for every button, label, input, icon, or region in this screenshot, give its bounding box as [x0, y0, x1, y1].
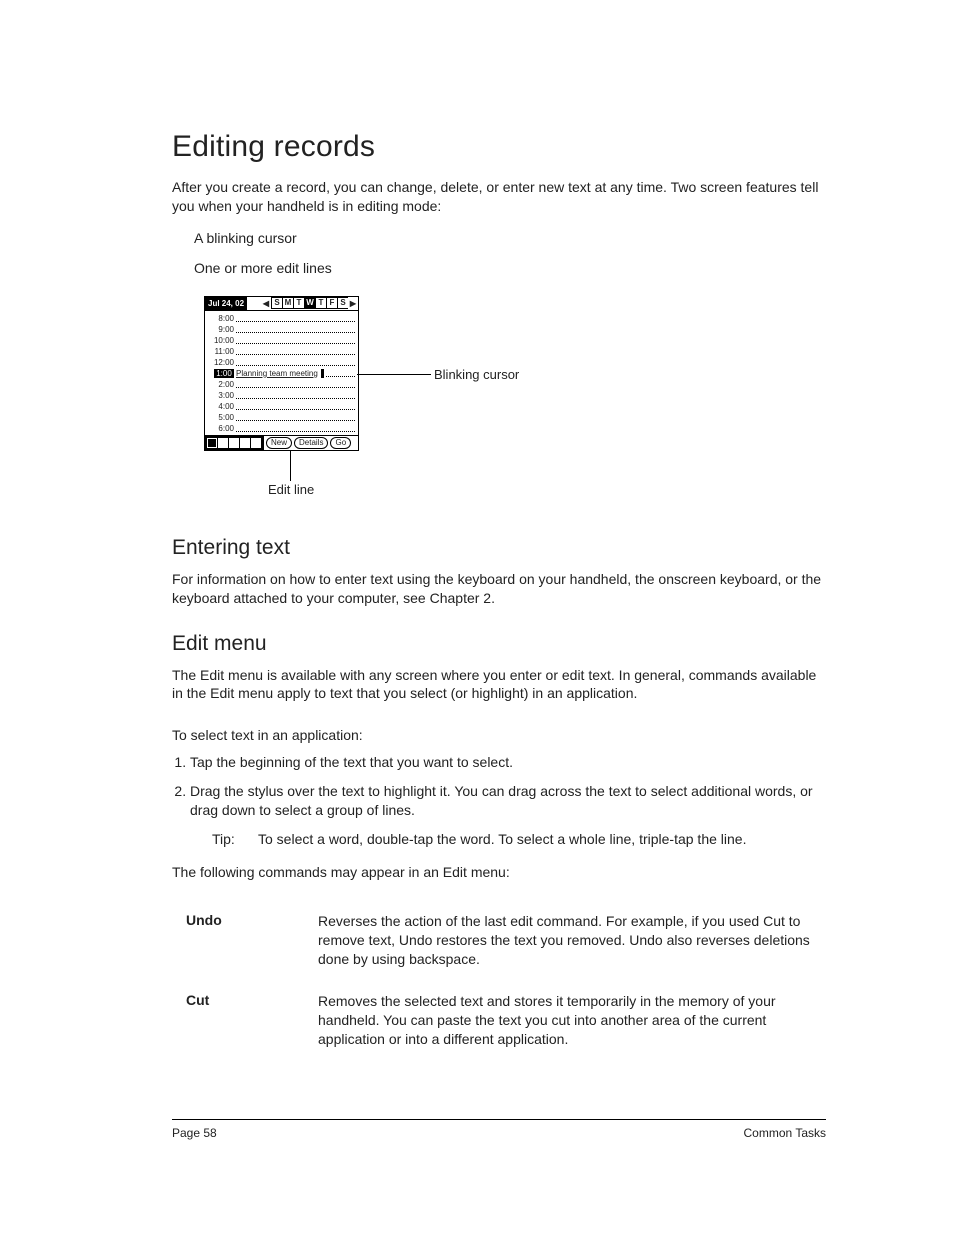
next-arrow-icon: ▶ [348, 297, 358, 310]
page-heading: Editing records [172, 130, 826, 164]
entering-heading: Entering text [172, 536, 826, 560]
cmd-undo-name: Undo [172, 912, 318, 969]
feature-editlines: One or more edit lines [194, 260, 826, 276]
hour-9: 9:00 [208, 325, 236, 334]
cmd-cut-name: Cut [172, 992, 318, 1049]
hour-3: 3:00 [208, 391, 236, 400]
view-icons [205, 436, 264, 450]
go-button: Go [330, 437, 351, 449]
following-text: The following commands may appear in an … [172, 863, 826, 882]
step-1: Tap the beginning of the text that you w… [190, 753, 826, 772]
hour-2: 2:00 [208, 380, 236, 389]
callout-cursor: Blinking cursor [434, 367, 519, 382]
day-m: M [282, 297, 293, 309]
hour-1-selected: 1:00 [214, 369, 234, 378]
day-s: S [271, 297, 282, 309]
callout-editline: Edit line [268, 482, 314, 497]
event-text: Planning team meeting [234, 369, 320, 378]
cmd-cut-desc: Removes the selected text and stores it … [318, 992, 826, 1049]
feature-cursor: A blinking cursor [194, 230, 826, 246]
day-t: T [293, 297, 304, 309]
hour-11: 11:00 [208, 347, 236, 356]
hour-4: 4:00 [208, 402, 236, 411]
step-2-text: Drag the stylus over the text to highlig… [190, 783, 813, 818]
footer-page: Page 58 [172, 1126, 217, 1140]
day-t2: T [315, 297, 326, 309]
day-w: W [304, 297, 315, 309]
hour-10: 10:00 [208, 336, 236, 345]
hour-6: 6:00 [208, 424, 236, 433]
callout-line-cursor [357, 374, 431, 375]
text-cursor-icon [321, 369, 324, 378]
prev-arrow-icon: ◀ [261, 297, 271, 310]
callout-line-editline [290, 451, 292, 481]
cmd-undo-desc: Reverses the action of the last edit com… [318, 912, 826, 969]
hour-8: 8:00 [208, 314, 236, 323]
day-f: F [326, 297, 337, 309]
footer-section: Common Tasks [744, 1126, 826, 1140]
editmenu-body: The Edit menu is available with any scre… [172, 666, 826, 704]
step-2: Drag the stylus over the text to highlig… [190, 782, 826, 849]
entering-body: For information on how to enter text usi… [172, 570, 826, 608]
device-date: Jul 24, 02 [205, 297, 247, 310]
tip-label: Tip: [212, 830, 258, 849]
hour-5: 5:00 [208, 413, 236, 422]
day-s2: S [337, 297, 348, 309]
details-button: Details [294, 437, 328, 449]
device-frame: Jul 24, 02 ◀ S M T W T F S ▶ 8:00 9:00 1… [204, 296, 359, 451]
new-button: New [266, 437, 292, 449]
editmenu-heading: Edit menu [172, 632, 826, 656]
handheld-screenshot: Jul 24, 02 ◀ S M T W T F S ▶ 8:00 9:00 1… [194, 296, 826, 496]
hour-12: 12:00 [208, 358, 236, 367]
tip-text: To select a word, double-tap the word. T… [258, 830, 746, 849]
intro-text: After you create a record, you can chang… [172, 178, 826, 216]
howto-heading: To select text in an application: [172, 727, 826, 743]
